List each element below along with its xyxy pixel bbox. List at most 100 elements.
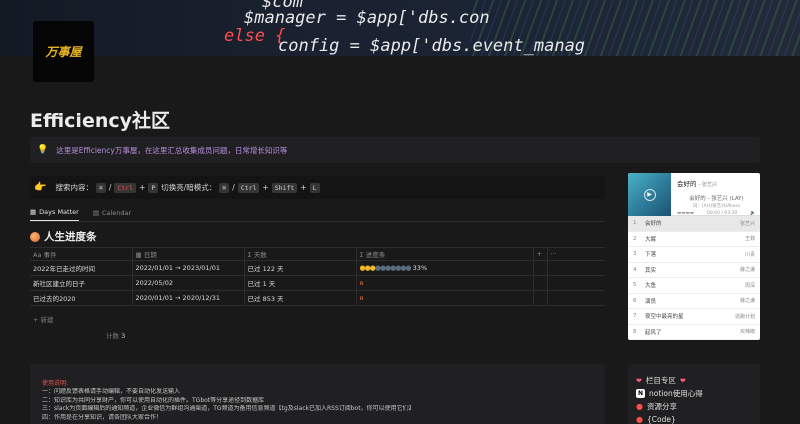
- more-options-button[interactable]: ···: [546, 247, 605, 261]
- playlist-item[interactable]: 2 大眠 王菲: [628, 232, 760, 247]
- database-title-text: 人生进度条: [44, 231, 97, 243]
- cell-date[interactable]: 2022/01/01 → 2023/01/01: [131, 260, 244, 276]
- playlist-item[interactable]: 5 大鱼 周深: [628, 278, 760, 294]
- section-header-text: 栏目专区: [645, 376, 676, 385]
- cell-progress[interactable]: ●●●●●●●●●● 33%: [355, 260, 533, 276]
- side-link-label: {Code}: [646, 415, 676, 424]
- progress-dots: ●●●●●●●●●●: [359, 264, 412, 272]
- track-title: 下落: [645, 252, 657, 259]
- logo-text: 万事屋: [45, 45, 82, 59]
- playlist-item[interactable]: 3 下落 川青: [628, 247, 760, 263]
- playlist-item[interactable]: 4 其实 薛之谦: [628, 263, 760, 278]
- kbd-p: P: [148, 182, 159, 193]
- column-header-days[interactable]: Σ 天数: [243, 247, 356, 261]
- table-row[interactable]: 2022年已走过的时间 2022/01/01 → 2023/01/01 已过 1…: [30, 260, 605, 276]
- side-link-code[interactable]: ● {Code}: [636, 413, 752, 424]
- track-artist: 张艺兴: [739, 220, 755, 227]
- track-title: 夜空中最亮的星: [645, 314, 684, 321]
- kbd-ctrl: Ctrl: [114, 182, 137, 193]
- side-link-resources[interactable]: ● 资源分享: [636, 400, 752, 413]
- track-number: 8: [633, 328, 637, 335]
- column-header-event[interactable]: Aa 事件: [30, 247, 132, 261]
- progress-flag-icon: ጰ: [359, 293, 364, 302]
- column-section-block: ❤ 栏目专区 ❤ N notion使用心得 ● 资源分享 ● {Code}: [628, 364, 760, 424]
- kbd-ctrl: Ctrl: [237, 182, 260, 193]
- table-header-row: Aa 事件 ▦ 日期 Σ 天数 Σ 进度条 + ···: [30, 247, 605, 261]
- track-artist: 薛之谦: [739, 298, 755, 305]
- track-title: 起风了: [645, 329, 662, 336]
- track-artist: 王菲: [744, 236, 755, 243]
- cover-code-line: $manager = $app['dbs.con: [244, 8, 490, 28]
- add-column-button[interactable]: +: [532, 247, 547, 261]
- page-icon-logo[interactable]: 万事屋: [33, 21, 94, 82]
- kbd-shift: Shift: [271, 182, 298, 193]
- progress-percent: 33%: [412, 264, 428, 272]
- track-number: 6: [633, 297, 637, 304]
- track-title: 演员: [645, 298, 657, 305]
- play-icon[interactable]: ▶: [643, 188, 656, 201]
- track-artist: 逃跑计划: [734, 313, 755, 320]
- section-header: ❤ 栏目专区 ❤: [636, 374, 752, 387]
- notion-icon: N: [636, 389, 645, 398]
- tab-label: Days Matter: [39, 208, 79, 216]
- playlist-item[interactable]: 7 夜空中最亮的星 逃跑计划: [628, 309, 760, 325]
- cell-days[interactable]: 已过 1 天: [243, 275, 356, 291]
- track-number: 5: [633, 282, 637, 289]
- music-player-widget: ▶ 会好的 - 张艺兴 会好的 - 张艺兴 (LAY) 词：[Art]张艺兴/A…: [628, 173, 760, 340]
- track-artist: 川青: [744, 251, 755, 258]
- playlist-item[interactable]: 1 会好的 张艺兴: [628, 216, 760, 232]
- shortcut-hint-block[interactable]: 👉 搜索内容： ⌘ / Ctrl + P 切换亮/暗模式： ⌘ / Ctrl +…: [30, 176, 605, 199]
- progress-track[interactable]: ▬▬▬▬: [677, 211, 694, 216]
- side-link-label: 资源分享: [646, 402, 677, 411]
- switch-label: 切换亮/暗模式：: [161, 183, 217, 192]
- cell-progress[interactable]: ጰ: [355, 275, 533, 291]
- database-view-tabs: ▦ Days Matter ▤ Calendar: [30, 208, 605, 222]
- playlist-item[interactable]: 8 起风了 买辣椒: [628, 325, 760, 340]
- calendar-icon: ▤: [92, 208, 99, 217]
- track-number: 2: [633, 235, 637, 242]
- side-link-notion[interactable]: N notion使用心得: [636, 387, 752, 400]
- playlist-item[interactable]: 6 演员 薛之谦: [628, 294, 760, 309]
- song-lyric: 词：[Art]张艺兴/Alioss: [692, 204, 741, 209]
- progress-flag-icon: ጰ: [359, 278, 364, 287]
- now-playing-info: 会好的 - 张艺兴 会好的 - 张艺兴 (LAY) 词：[Art]张艺兴/Ali…: [671, 173, 760, 216]
- song-artist: - 张艺兴: [698, 182, 717, 188]
- cell-date[interactable]: 2020/01/01 → 2020/12/31: [131, 290, 244, 306]
- track-title: 大眠: [645, 236, 657, 243]
- track-number: 3: [633, 251, 637, 258]
- tab-label: Calendar: [101, 208, 132, 217]
- track-number: 4: [633, 266, 637, 273]
- column-header-date[interactable]: ▦ 日期: [131, 247, 244, 261]
- cell-date[interactable]: 2022/05/02: [131, 275, 244, 291]
- cell-event[interactable]: 已过去的2020: [30, 290, 132, 306]
- cell-days[interactable]: 已过 853 天: [243, 290, 356, 306]
- cell-days[interactable]: 已过 122 天: [243, 260, 356, 276]
- database-title[interactable]: 人生进度条: [30, 229, 97, 244]
- volume-icon[interactable]: 🔈: [750, 211, 756, 216]
- database-icon: [30, 231, 40, 242]
- kbd-separator: /: [232, 183, 235, 192]
- pointing-hand-icon: 👉: [34, 182, 47, 193]
- tab-days-matter[interactable]: ▦ Days Matter: [30, 208, 79, 221]
- page-title[interactable]: Efficiency社区: [30, 106, 170, 133]
- new-row-button[interactable]: + 新建: [33, 314, 54, 324]
- table-row[interactable]: 新社区建立的日子 2022/05/02 已过 1 天 ጰ: [30, 275, 605, 291]
- kbd-l: L: [309, 182, 320, 193]
- track-artist: 买辣椒: [739, 329, 755, 336]
- cell-event[interactable]: 新社区建立的日子: [30, 275, 132, 291]
- callout-block[interactable]: 💡 这里是Efficiency万事屋，在这里汇总收集成员问题，日常增长知识等: [30, 137, 760, 163]
- usage-notes-block[interactable]: 使用说明: 一：问题反馈表格请手动编辑，不要自动化发送输入 二：知识库为共同分享…: [30, 364, 605, 424]
- column-header-progress[interactable]: Σ 进度条: [355, 247, 533, 261]
- table-row[interactable]: 已过去的2020 2020/01/01 → 2020/12/31 已过 853 …: [30, 290, 605, 306]
- playlist: 1 会好的 张艺兴 2 大眠 王菲 3 下落 川青 4 其实 薛之谦 5 大鱼 周深 6 演员 薛之谦 7 夜空中最亮…: [628, 216, 760, 340]
- lightbulb-icon: 💡: [37, 145, 49, 155]
- heart-icon: ❤: [679, 376, 686, 385]
- count-footer[interactable]: 计数 3: [106, 330, 125, 340]
- kbd-plus: +: [262, 183, 269, 192]
- cell-progress[interactable]: ጰ: [355, 290, 533, 306]
- album-cover[interactable]: ▶: [628, 173, 671, 216]
- cover-code-line: else {: [224, 26, 286, 46]
- tab-calendar[interactable]: ▤ Calendar: [93, 208, 131, 221]
- cell-event[interactable]: 2022年已走过的时间: [30, 260, 132, 276]
- heart-icon: ❤: [636, 376, 642, 385]
